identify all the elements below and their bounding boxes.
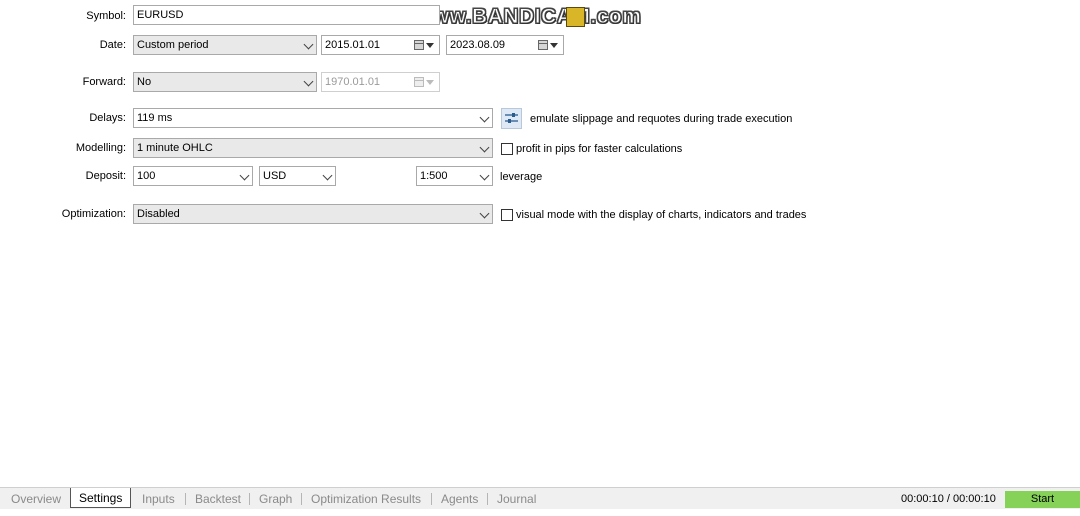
chevron-down-icon — [303, 76, 314, 87]
deposit-amount-value: 100 — [137, 170, 156, 182]
tab-optimization-results[interactable]: Optimization Results — [311, 490, 421, 508]
chevron-down-icon — [479, 142, 490, 153]
tab-backtest[interactable]: Backtest — [195, 490, 241, 508]
profit-in-pips-label: profit in pips for faster calculations — [516, 143, 683, 155]
forward-date-value: 1970.01.01 — [325, 76, 381, 88]
optimization-value: Disabled — [137, 208, 180, 220]
elapsed-timer: 00:00:10 / 00:00:10 — [901, 493, 996, 505]
chevron-down-icon — [239, 170, 250, 181]
date-from-picker[interactable]: 2015.01.01 — [321, 35, 440, 55]
tab-separator — [301, 493, 302, 505]
dropdown-arrow-icon[interactable] — [550, 43, 558, 48]
chevron-down-icon — [322, 170, 333, 181]
deposit-amount-select[interactable]: 100 — [133, 166, 253, 186]
bandicam-logo-icon — [566, 7, 585, 27]
dropdown-arrow-icon[interactable] — [426, 43, 434, 48]
forward-label: Forward: — [82, 76, 126, 88]
delays-label: Delays: — [89, 112, 126, 124]
leverage-select[interactable]: 1:500 — [416, 166, 493, 186]
chevron-down-icon — [479, 112, 490, 123]
chevron-down-icon — [479, 208, 490, 219]
delays-note: emulate slippage and requotes during tra… — [530, 113, 793, 125]
sliders-icon — [505, 113, 518, 123]
leverage-value: 1:500 — [420, 170, 448, 182]
modelling-label: Modelling: — [75, 142, 126, 154]
date-to-picker[interactable]: 2023.08.09 — [446, 35, 564, 55]
forward-date-picker: 1970.01.01 — [321, 72, 440, 92]
date-mode-value: Custom period — [137, 39, 209, 51]
tab-settings[interactable]: Settings — [70, 488, 132, 508]
modelling-value: 1 minute OHLC — [137, 142, 213, 154]
tab-agents[interactable]: Agents — [441, 490, 478, 508]
delays-select[interactable]: 119 ms — [133, 108, 493, 128]
modelling-select[interactable]: 1 minute OHLC — [133, 138, 493, 158]
tab-graph[interactable]: Graph — [259, 490, 292, 508]
tab-separator — [249, 493, 250, 505]
start-button[interactable]: Start — [1005, 491, 1080, 508]
bottom-tab-bar: Overview Settings Inputs Backtest Graph … — [0, 487, 1080, 509]
date-from-value: 2015.01.01 — [325, 39, 381, 51]
currency-select[interactable]: USD — [259, 166, 336, 186]
symbol-label: Symbol: — [86, 10, 126, 22]
optimization-select[interactable]: Disabled — [133, 204, 493, 224]
dropdown-arrow-icon — [426, 80, 434, 85]
visual-mode-checkbox[interactable] — [501, 209, 513, 221]
date-mode-select[interactable]: Custom period — [133, 35, 317, 55]
tab-overview[interactable]: Overview — [11, 490, 61, 508]
leverage-label: leverage — [500, 171, 543, 183]
calendar-icon[interactable] — [538, 40, 548, 50]
bandicam-watermark: www.BANDICAM.com — [415, 5, 642, 29]
tab-inputs[interactable]: Inputs — [142, 490, 175, 508]
currency-value: USD — [263, 170, 287, 182]
tab-separator — [487, 493, 488, 505]
tab-separator — [431, 493, 432, 505]
visual-mode-label: visual mode with the display of charts, … — [516, 209, 807, 221]
calendar-icon — [414, 77, 424, 87]
delays-value: 119 ms — [137, 112, 173, 124]
tab-separator — [185, 493, 186, 505]
tab-journal[interactable]: Journal — [497, 490, 536, 508]
chevron-down-icon — [303, 39, 314, 50]
date-to-value: 2023.08.09 — [450, 39, 506, 51]
delay-settings-button[interactable] — [501, 108, 522, 129]
symbol-input[interactable]: EURUSD — [133, 5, 440, 25]
optimization-label: Optimization: — [61, 208, 126, 220]
deposit-label: Deposit: — [85, 170, 126, 182]
forward-value: No — [137, 76, 152, 88]
date-label: Date: — [99, 39, 126, 51]
calendar-icon[interactable] — [414, 40, 424, 50]
profit-in-pips-checkbox[interactable] — [501, 143, 513, 155]
forward-select[interactable]: No — [133, 72, 317, 92]
chevron-down-icon — [479, 170, 490, 181]
